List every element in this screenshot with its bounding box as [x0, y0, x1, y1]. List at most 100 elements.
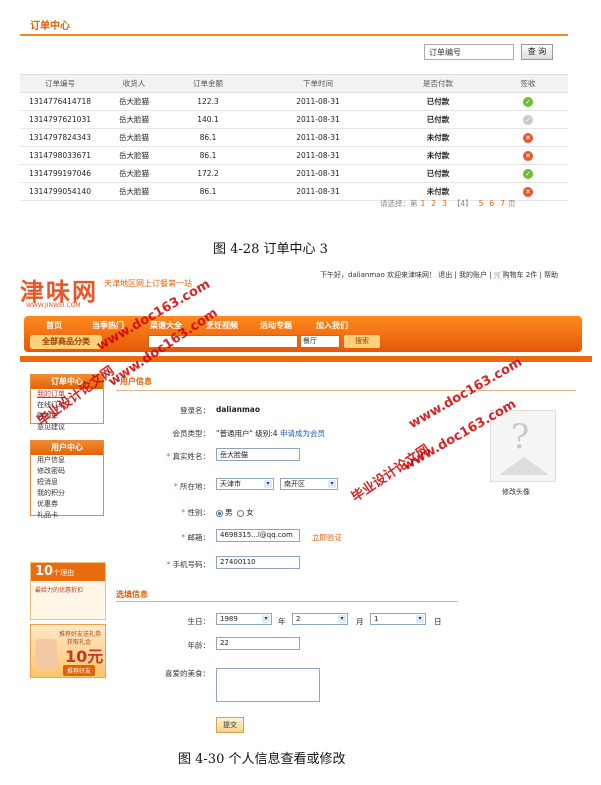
- top-links: 下午好，dalianmao 欢迎来津味网！ 退出 | 我的账户 | 🛒购物车 2…: [320, 271, 559, 279]
- table-row[interactable]: 1314776414718 岳大脸猫 122.3 2011-08-31 已付款 ✓: [20, 92, 568, 111]
- ten-reasons-banner[interactable]: 10个理由 最给力的优惠折扣: [30, 562, 106, 620]
- birth-month-value: 2: [296, 615, 301, 623]
- logout-link[interactable]: 退出: [438, 271, 452, 279]
- table-row[interactable]: 1314798033671 岳大脸猫 86.1 2011-08-31 未付款 ✕: [20, 146, 568, 165]
- favorite-food-textarea[interactable]: [216, 668, 320, 702]
- refer-friend-button[interactable]: 推荐好友: [63, 665, 96, 676]
- username-value: dalianmao: [216, 405, 261, 414]
- submit-button[interactable]: 提交: [216, 717, 244, 733]
- page-link-6[interactable]: 6: [489, 199, 494, 208]
- cross-circle-icon[interactable]: ✕: [523, 132, 533, 143]
- location-label: * 所在地：: [173, 482, 210, 491]
- order-search-input[interactable]: 订单编号: [424, 44, 514, 60]
- birth-year-value: 1989: [220, 615, 238, 623]
- page-link-7[interactable]: 7: [500, 199, 505, 208]
- amount-cell: 86.1: [168, 146, 248, 165]
- sidebar-item-gift-cards[interactable]: 礼品卡: [31, 510, 103, 521]
- site-logo-url: WWW.JINWEI.COM: [26, 302, 81, 309]
- apply-member-link[interactable]: 申请成为会员: [280, 429, 325, 438]
- chevron-down-icon: ▾: [264, 480, 272, 488]
- order-id-cell: 1314797621031: [20, 110, 100, 129]
- birth-month-select[interactable]: 2 ▾: [292, 613, 348, 625]
- check-circle-icon[interactable]: ✓: [523, 96, 533, 107]
- email-label: * 邮箱：: [181, 533, 210, 542]
- order-id-cell: 1314799054140: [20, 182, 100, 201]
- cross-circle-icon[interactable]: ✕: [523, 186, 533, 197]
- gender-label: * 性别：: [181, 508, 210, 517]
- cart-link[interactable]: 购物车 2件: [503, 271, 538, 279]
- age-input[interactable]: 22: [216, 637, 300, 650]
- paid-status-cell: 已付款: [388, 110, 488, 129]
- cross-circle-icon[interactable]: ✕: [523, 150, 533, 161]
- order-search-button[interactable]: 查 询: [521, 44, 553, 60]
- order-id-cell: 1314799197046: [20, 164, 100, 183]
- order-center-panel: 订单中心 订单编号 查 询 订单编号 收货人 订单金额 下单时间 是否付款 签收…: [20, 12, 568, 212]
- time-cell: 2011-08-31: [248, 128, 388, 147]
- col-amount: 订单金额: [168, 74, 248, 93]
- verify-email-link[interactable]: 立即验证: [312, 532, 342, 543]
- realname-input[interactable]: 岳大脸猫: [216, 448, 300, 461]
- nav-join[interactable]: 加入我们: [316, 320, 348, 331]
- order-center-title: 订单中心: [30, 21, 70, 32]
- site-search-type-value: 餐厅: [303, 337, 317, 345]
- username-label: 登录名：: [180, 406, 210, 415]
- month-unit: 月: [356, 617, 364, 626]
- page-link-3[interactable]: 3: [442, 199, 447, 208]
- receiver-cell: 岳大脸猫: [100, 128, 168, 147]
- sidebar-item-change-password[interactable]: 修改密码: [31, 466, 103, 477]
- page-link-5[interactable]: 5: [479, 199, 484, 208]
- receiver-cell: 岳大脸猫: [100, 164, 168, 183]
- site-search-button[interactable]: 搜索: [344, 335, 380, 348]
- refer-friend-banner[interactable]: 推荐好友送礼券 获取礼金 10元 推荐好友: [30, 624, 106, 678]
- email-input[interactable]: 4698315...l@qq.com: [216, 529, 300, 542]
- amount-cell: 86.1: [168, 182, 248, 201]
- help-link[interactable]: 帮助: [544, 271, 558, 279]
- district-select[interactable]: 南开区 ▾: [280, 478, 338, 490]
- nav-events[interactable]: 活动专题: [260, 320, 292, 331]
- check-circle-icon[interactable]: ✓: [523, 168, 533, 179]
- order-id-cell: 1314776414718: [20, 92, 100, 111]
- district-value: 南开区: [284, 480, 305, 488]
- birth-day-select[interactable]: 1 ▾: [370, 613, 426, 625]
- table-row[interactable]: 1314797621031 岳大脸猫 140.1 2011-08-31 已付款 ✓: [20, 110, 568, 129]
- gender-female-radio[interactable]: [237, 509, 245, 517]
- birth-year-select[interactable]: 1989 ▾: [216, 613, 272, 625]
- phone-input[interactable]: 27400110: [216, 556, 300, 569]
- sidebar-item-messages[interactable]: 短消息: [31, 477, 103, 488]
- age-label: 年龄：: [187, 641, 211, 650]
- sidebar-item-user-info[interactable]: 用户信息: [31, 455, 103, 466]
- sidebar-item-points[interactable]: 我的积分: [31, 488, 103, 499]
- page-link-1[interactable]: 1: [421, 199, 426, 208]
- paid-status-cell: 已付款: [388, 164, 488, 183]
- ten-reasons-title: 10个理由: [31, 563, 105, 581]
- pager-suffix: 页: [507, 199, 516, 208]
- cart-icon: 🛒: [493, 271, 503, 279]
- table-row[interactable]: 1314797824343 岳大脸猫 86.1 2011-08-31 未付款 ✕: [20, 128, 568, 147]
- nav-home[interactable]: 首页: [46, 320, 62, 331]
- site-search-type-select[interactable]: 餐厅: [300, 335, 340, 348]
- figure-caption-top: 图 4-28 订单中心 3: [213, 242, 328, 257]
- time-cell: 2011-08-31: [248, 182, 388, 201]
- pager-prefix: 请选择：第: [380, 199, 418, 208]
- optional-info-divider: [116, 601, 458, 602]
- sign-status-cell: ✓: [488, 110, 568, 129]
- gender-male-radio[interactable]: [216, 509, 223, 517]
- birth-day-value: 1: [374, 615, 379, 623]
- chevron-down-icon: ▾: [338, 615, 346, 623]
- page-link-2[interactable]: 2: [431, 199, 436, 208]
- figure-caption-bottom: 图 4-30 个人信息查看或修改: [178, 752, 346, 767]
- realname-label: * 真实姓名：: [166, 452, 210, 461]
- check-circle-icon[interactable]: ✓: [523, 114, 533, 125]
- member-type-info: "普通用户" 级别:4 申请成为会员: [216, 428, 325, 439]
- sign-status-cell: ✓: [488, 164, 568, 183]
- table-row[interactable]: 1314799197046 岳大脸猫 172.2 2011-08-31 已付款 ✓: [20, 164, 568, 183]
- all-categories-button[interactable]: 全部商品分类: [30, 335, 102, 349]
- gender-male-label: 男: [225, 508, 233, 517]
- city-select[interactable]: 天津市 ▾: [216, 478, 274, 490]
- my-account-link[interactable]: 我的账户: [459, 271, 487, 279]
- orders-table: 订单编号 收货人 订单金额 下单时间 是否付款 签收 1314776414718…: [20, 74, 568, 201]
- amount-cell: 172.2: [168, 164, 248, 183]
- greeting-text: 下午好，dalianmao 欢迎来津味网！: [320, 271, 436, 279]
- sidebar-item-coupons[interactable]: 优惠券: [31, 499, 103, 510]
- change-avatar-link[interactable]: 修改头像: [502, 487, 530, 497]
